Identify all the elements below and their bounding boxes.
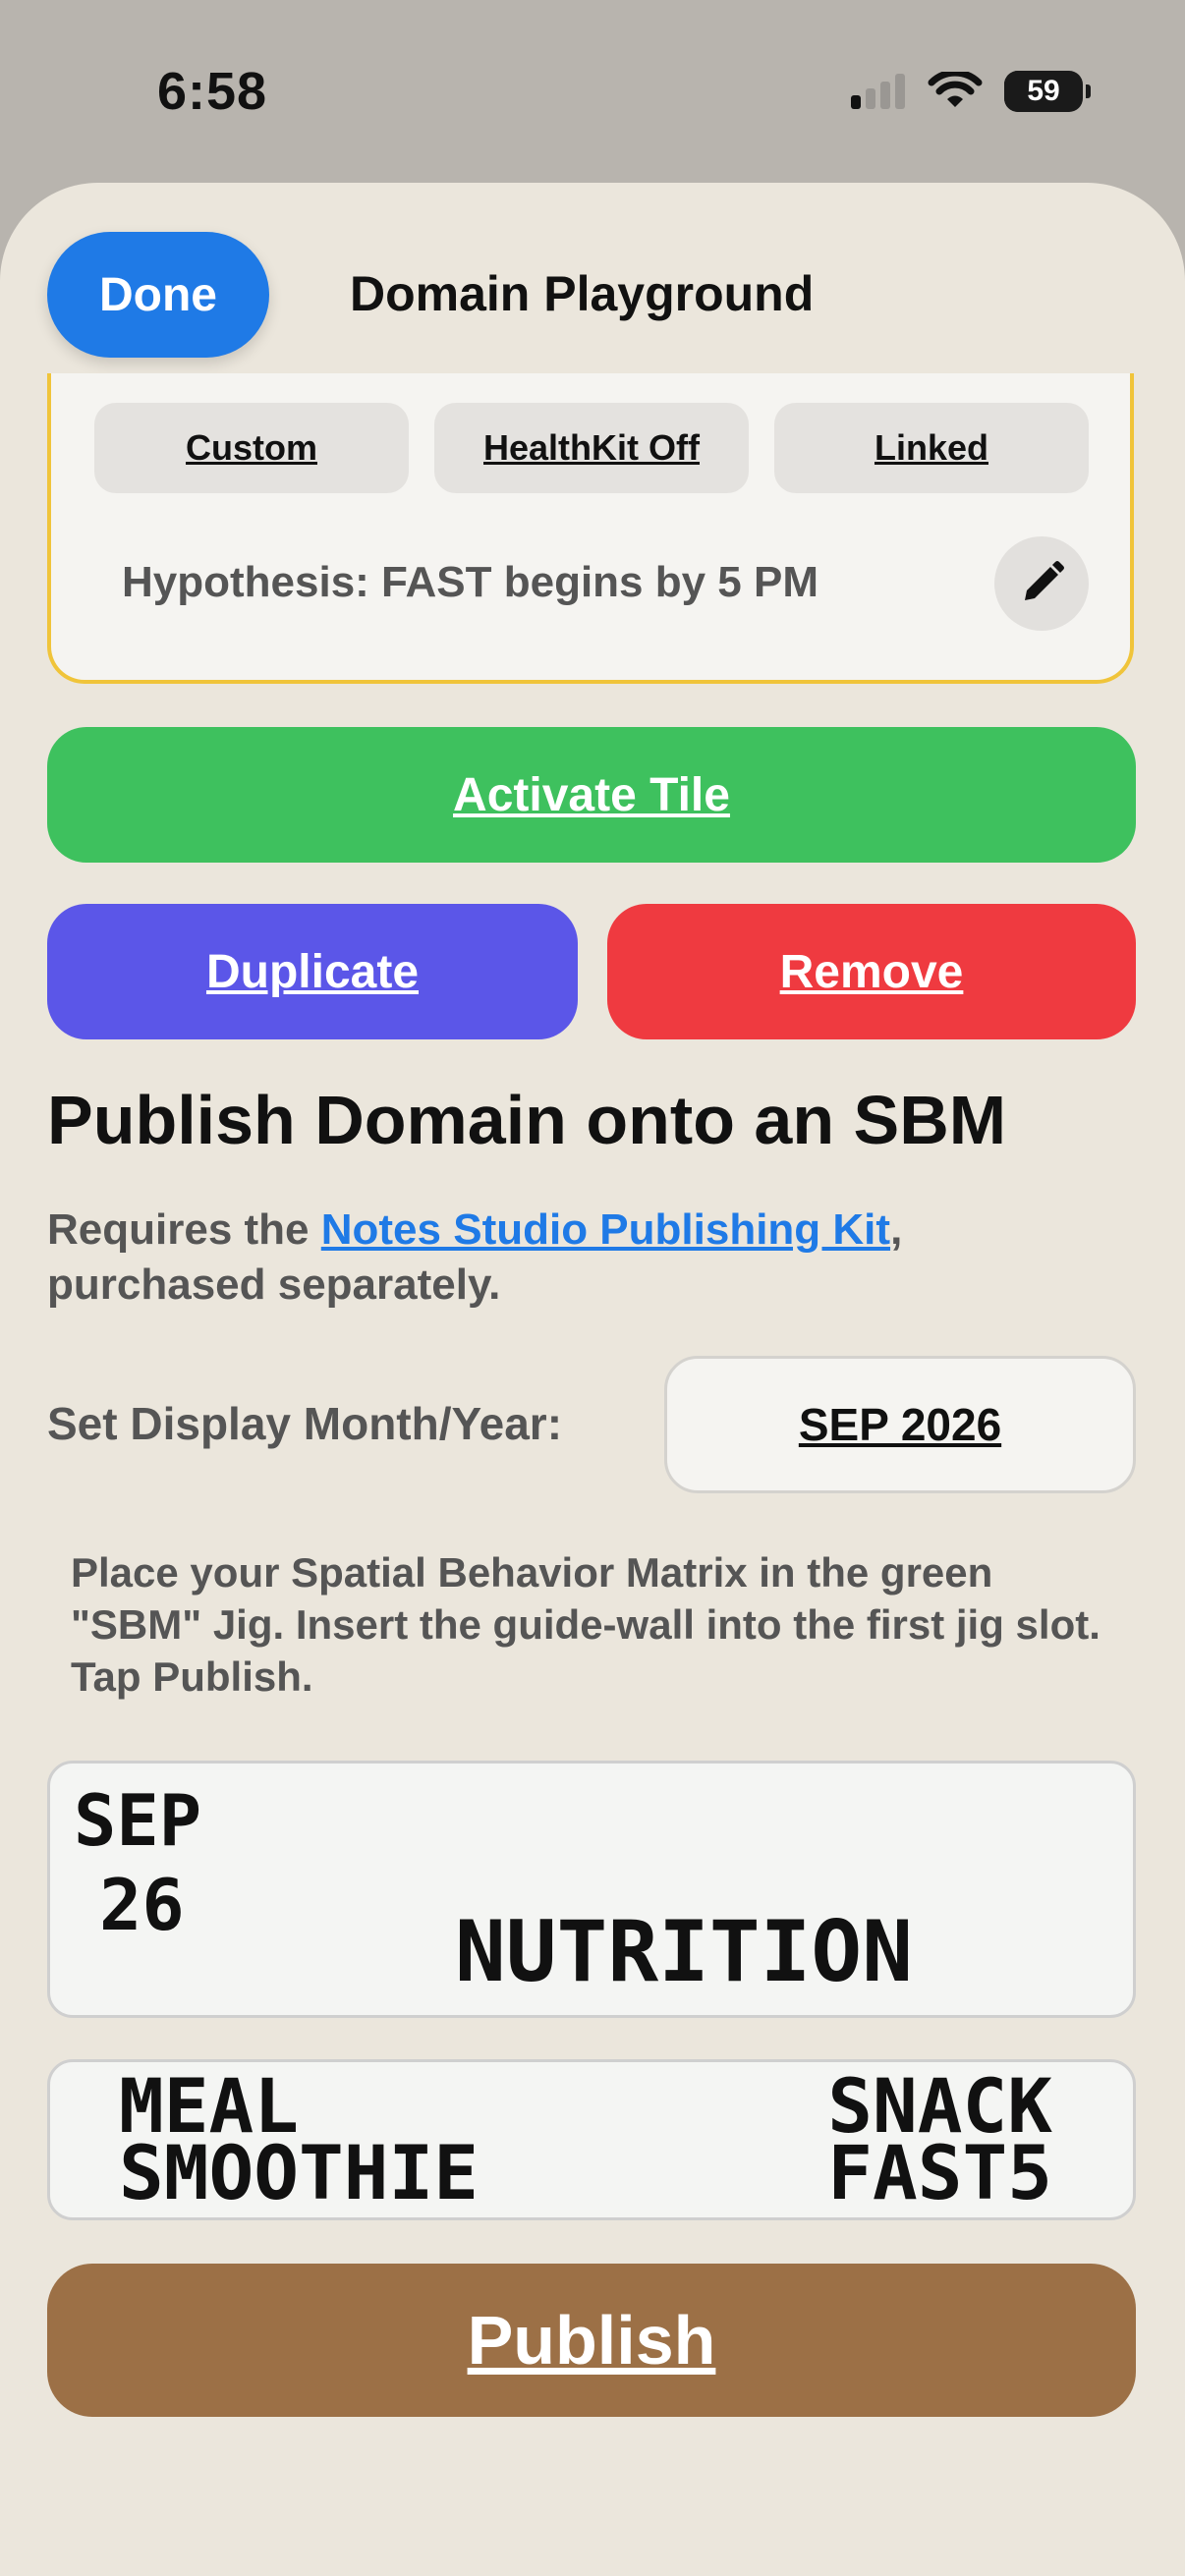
requires-prefix: Requires the — [47, 1205, 321, 1254]
tile-card: Custom HealthKit Off Linked Hypothesis: … — [47, 373, 1134, 684]
chip-custom[interactable]: Custom — [94, 403, 409, 493]
chip-linked[interactable]: Linked — [774, 403, 1089, 493]
page-title: Domain Playground — [350, 266, 815, 321]
wifi-icon — [928, 72, 983, 107]
publish-button[interactable]: Publish — [47, 2264, 1136, 2417]
pencil-icon — [1025, 561, 1064, 600]
chip-healthkit[interactable]: HealthKit Off — [434, 403, 749, 493]
display-month-label: Set Display Month/Year: — [47, 1398, 563, 1449]
status-icons: 59 — [851, 71, 1091, 112]
preview-domain: NUTRITION — [455, 1903, 913, 2001]
publishing-kit-link[interactable]: Notes Studio Publishing Kit — [321, 1205, 890, 1254]
sbm-preview-header: SEP 26 NUTRITION — [47, 1761, 1136, 2018]
activate-tile-button[interactable]: Activate Tile — [47, 727, 1136, 863]
requires-text: Requires the Notes Studio Publishing Kit… — [47, 1203, 1128, 1313]
edit-hypothesis-button[interactable] — [994, 536, 1089, 631]
cellular-signal-icon — [851, 74, 905, 109]
preview-month: SEP — [74, 1779, 202, 1862]
display-month-picker[interactable]: SEP 2026 — [664, 1356, 1136, 1493]
done-button[interactable]: Done — [47, 232, 269, 358]
status-bar: 6:58 59 — [0, 0, 1185, 187]
remove-button[interactable]: Remove — [607, 904, 1136, 1039]
preview-year: 26 — [99, 1864, 185, 1946]
hypothesis-text: Hypothesis: FAST begins by 5 PM — [122, 558, 819, 606]
publish-heading: Publish Domain onto an SBM — [47, 1082, 1007, 1158]
preview-left-2: SMOOTHIE — [119, 2129, 480, 2216]
preview-right-2: FAST5 — [827, 2129, 1052, 2216]
duplicate-button[interactable]: Duplicate — [47, 904, 578, 1039]
status-time: 6:58 — [157, 62, 268, 121]
battery-icon: 59 — [1004, 71, 1091, 112]
battery-level: 59 — [1027, 75, 1060, 107]
publish-instructions: Place your Spatial Behavior Matrix in th… — [71, 1549, 1100, 1700]
sbm-preview-rows: MEAL SMOOTHIE SNACK FAST5 — [47, 2059, 1136, 2220]
